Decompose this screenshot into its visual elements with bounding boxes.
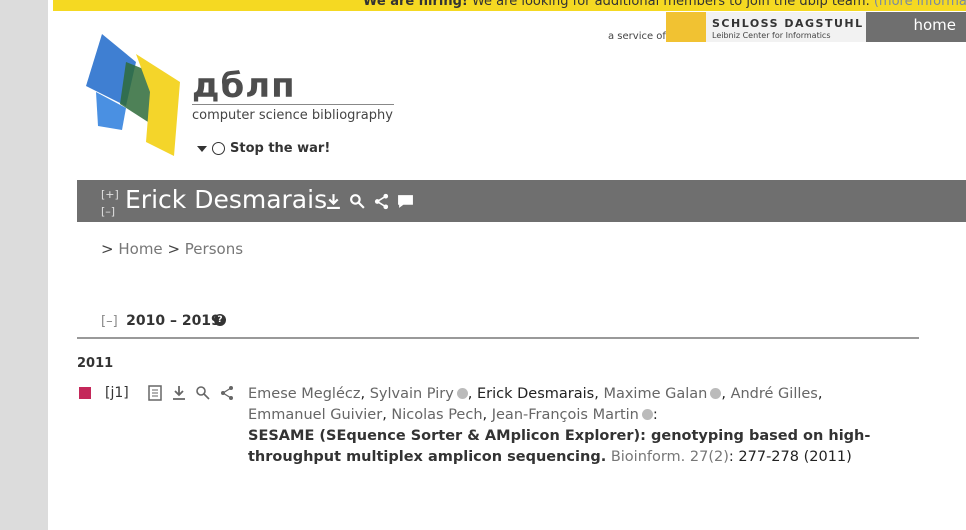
peace-icon — [212, 142, 225, 155]
expand-all-toggle[interactable]: [+] — [101, 186, 119, 203]
banner-more-info-link[interactable]: (more information) — [874, 0, 966, 9]
dblp-logo-title[interactable]: дблп — [192, 66, 296, 106]
section-heading: [–] 2010 – 2019 — [101, 313, 221, 329]
banner-message: We are looking for additional members to… — [471, 0, 870, 9]
hiring-banner: We are hiring! We are looking for additi… — [53, 0, 966, 11]
author-link[interactable]: Emmanuel Guivier — [248, 407, 382, 423]
author-link[interactable]: Jean-François Martin — [492, 407, 639, 423]
person-header: [+] [–] Erick Desmarais — [77, 180, 966, 222]
expand-collapse-toggles: [+] [–] — [101, 186, 119, 220]
collapse-all-toggle[interactable]: [–] — [101, 203, 119, 220]
orcid-icon[interactable] — [710, 388, 722, 399]
year-label: 2011 — [77, 356, 114, 371]
home-button[interactable]: home — [866, 12, 966, 42]
stop-the-war-label: Stop the war! — [230, 141, 331, 156]
comment-icon[interactable] — [397, 193, 414, 210]
search-related-icon[interactable] — [195, 385, 211, 401]
author-link[interactable]: André Gilles — [731, 386, 818, 402]
dblp-logo-icon[interactable] — [86, 34, 186, 159]
orcid-icon[interactable] — [456, 388, 468, 399]
dagstuhl-logo[interactable]: SCHLOSS DAGSTUHL Leibniz Center for Info… — [666, 12, 866, 42]
dagstuhl-name: SCHLOSS DAGSTUHL — [712, 17, 864, 30]
person-name: Erick Desmarais — [125, 185, 328, 214]
search-refine-icon[interactable] — [349, 193, 366, 210]
publication-key: [j1] — [105, 385, 129, 401]
author-link[interactable]: Emese Meglécz — [248, 386, 360, 402]
share-record-icon[interactable] — [219, 385, 235, 401]
dagstuhl-building-icon — [666, 12, 706, 42]
journal-article-icon — [79, 387, 91, 399]
caret-down-icon — [197, 145, 207, 152]
dblp-logo-subtitle: computer science bibliography — [192, 108, 393, 123]
section-collapse-toggle[interactable]: [–] — [101, 314, 118, 329]
logo-divider — [192, 104, 394, 105]
publication-pages: : 277-278 (2011) — [728, 449, 852, 465]
electronic-edition-icon[interactable] — [147, 385, 163, 401]
publication-venue-link[interactable]: Bioinform. 27(2) — [611, 449, 729, 465]
stop-the-war-menu[interactable]: Stop the war! — [197, 141, 330, 156]
author-link[interactable]: Nicolas Pech — [391, 407, 482, 423]
export-record-icon[interactable] — [171, 385, 187, 401]
left-gutter — [0, 0, 48, 530]
author-link[interactable]: Maxime Galan — [603, 386, 707, 402]
author-list: Emese Meglécz, Sylvain Piry, Erick Desma… — [248, 386, 823, 423]
publication-icons — [147, 385, 235, 401]
service-label: a service of — [608, 31, 666, 42]
section-title: 2010 – 2019 — [126, 313, 221, 329]
breadcrumb-persons[interactable]: Persons — [185, 240, 243, 258]
publication-entry: Emese Meglécz, Sylvain Piry, Erick Desma… — [248, 384, 888, 468]
banner-text: We are hiring! We are looking for additi… — [363, 0, 966, 9]
breadcrumb-home[interactable]: Home — [118, 240, 162, 258]
banner-lead: We are hiring! — [363, 0, 468, 9]
share-icon[interactable] — [373, 193, 390, 210]
breadcrumb: > Home > Persons — [101, 240, 244, 258]
author-self: Erick Desmarais — [477, 386, 595, 402]
dagstuhl-subtitle: Leibniz Center for Informatics — [712, 31, 831, 40]
download-icon[interactable] — [325, 193, 342, 210]
header-icons — [325, 193, 414, 210]
author-link[interactable]: Sylvain Piry — [370, 386, 454, 402]
section-divider — [77, 337, 919, 339]
orcid-icon[interactable] — [641, 409, 653, 420]
help-icon[interactable]: ? — [214, 314, 226, 326]
